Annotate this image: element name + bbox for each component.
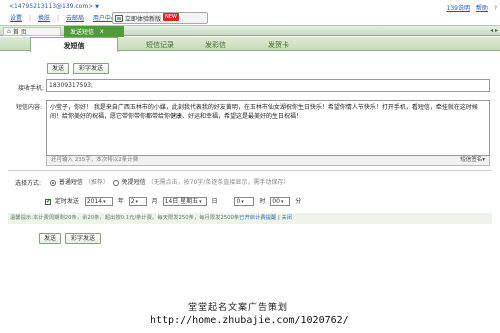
day-unit: 日 — [211, 198, 218, 205]
home-icon: ⌂ — [7, 28, 11, 35]
help-139-link[interactable]: 139说明 — [447, 5, 470, 12]
day-select[interactable]: 14日 星期五▾ — [162, 197, 207, 206]
cloud-post-link[interactable]: 云邮局 — [66, 15, 84, 22]
content-footer: 还可输入 235字，本次将以2条计费 短信签名▾ — [46, 156, 490, 166]
recipient-label: 接收手机: — [18, 85, 45, 92]
sub-tab-bar: 发短信 短信记录 发彩信 发贺卡 — [0, 37, 500, 52]
month-unit: 月 — [151, 198, 158, 205]
billing-reminder-link[interactable]: 已开启计费提醒 — [239, 215, 276, 221]
monitor-icon — [115, 14, 123, 22]
watermark-title: 堂堂起名文案广告策划 — [188, 303, 289, 313]
account-email[interactable]: <14795213113@139.com> ▼ — [9, 3, 99, 10]
month-value: 2 — [130, 198, 135, 205]
watermark-url: http://home.zhubajie.com/1020762/ — [150, 315, 349, 326]
color-send-button-bottom[interactable]: 彩字发送 — [65, 233, 101, 244]
month-select[interactable]: 2▾ — [128, 197, 147, 206]
scheduled-send-label: 定时发送 — [54, 198, 79, 205]
chevron-down-icon: ▾ — [280, 199, 284, 205]
subtab-send-sms[interactable]: 发短信 — [30, 37, 118, 52]
subtab-send-mms[interactable]: 发彩信 — [205, 40, 226, 50]
year-value: 2014 — [86, 198, 103, 205]
content-label: 短信内容: — [16, 104, 43, 111]
chevron-down-icon: ▾ — [241, 199, 244, 205]
free-sms-label[interactable]: 免提短信 — [122, 179, 146, 186]
color-send-button[interactable]: 彩字发送 — [73, 63, 109, 74]
try-new-version-button[interactable]: 立即体验新版 — [112, 12, 208, 24]
chevron-down-icon: ▾ — [103, 199, 106, 205]
chevron-down-icon[interactable]: ▼ — [95, 4, 99, 10]
sms-content-textarea[interactable]: 小莹子，你好！ 我是来自广西玉林市的小媒，此刻我代表我的好友黄明，在玉林市仙女湖… — [46, 100, 490, 156]
tab-scroll-arrows[interactable]: ◂ ▸ — [490, 27, 498, 34]
top-bar: <14795213113@139.com> ▼ 设置 | 换肤 | 云邮局 用户中心… — [0, 0, 500, 25]
skin-link[interactable]: 换肤 — [38, 15, 50, 22]
header-links: 设置 | 换肤 | 云邮局 用户中心 — [10, 13, 124, 22]
help-link[interactable]: 帮助 — [476, 5, 488, 12]
year-select[interactable]: 2014▾ — [84, 197, 113, 206]
tab-home-label: 首 页 — [12, 29, 27, 36]
divider: | — [29, 15, 32, 22]
scheduled-send-checkbox[interactable] — [45, 198, 51, 205]
day-value: 14日 星期五 — [164, 198, 199, 205]
scheduled-send-row: 定时发送 2014▾ 年 2▾ 月 14日 星期五▾ 日 0▾ 时 00▾ 分 — [45, 196, 304, 206]
hour-value: 0 — [236, 198, 241, 205]
subtab-send-card[interactable]: 发贺卡 — [268, 40, 289, 50]
hour-select[interactable]: 0▾ — [234, 197, 255, 206]
normal-sms-hint: （推荐） — [84, 179, 109, 186]
billing-hint-text: 温馨提示:本计费周期剩20条，余20条，超出按0.1元/条计费。每天限发250条… — [10, 215, 240, 221]
free-sms-hint: （无需点击，按70字/条逐条直接显示，需手动保存） — [147, 179, 290, 186]
signature-dropdown[interactable]: 短信签名▾ — [460, 156, 485, 165]
divider: | — [56, 15, 60, 22]
chevron-down-icon: ▾ — [199, 199, 202, 205]
radio-free-sms[interactable] — [112, 179, 119, 186]
help-icon[interactable]: ? — [494, 5, 497, 12]
email-text: <14795213113@139.com> — [9, 3, 94, 10]
recipient-input[interactable]: 18309317593; — [46, 79, 490, 92]
tab-send-sms-label: 发送短信 — [70, 29, 95, 36]
send-mode-options: 普通短信 （推荐） 免提短信 （无需点击，按70字/条逐条直接显示，需手动保存） — [50, 177, 289, 186]
subtab-sms-records[interactable]: 短信记录 — [146, 40, 174, 50]
send-button[interactable]: 发送 — [47, 63, 69, 74]
billing-hint-bar: 温馨提示:本计费周期剩20条，余20条，超出按0.1元/条计费。每天限发250条… — [8, 213, 492, 224]
minute-select[interactable]: 00▾ — [270, 197, 291, 206]
close-icon[interactable]: x — [100, 28, 104, 35]
send-mode-label: 选择方式: — [15, 180, 42, 187]
try-new-version-label: 立即体验新版 — [125, 15, 162, 23]
settings-link[interactable]: 设置 — [10, 15, 22, 22]
send-button-bottom[interactable]: 发送 — [39, 233, 61, 244]
tab-send-sms[interactable]: 发送短信 x — [64, 26, 124, 37]
chevron-down-icon: ▾ — [135, 199, 139, 205]
close-hint-link[interactable]: | 关闭 — [278, 215, 292, 221]
normal-sms-label[interactable]: 普通短信 — [59, 179, 83, 186]
window-tab-strip: ⌂ 首 页 发送短信 x ◂ ▸ — [0, 25, 500, 37]
divider — [8, 170, 492, 171]
tab-home[interactable]: ⌂ 首 页 — [3, 27, 61, 36]
char-count: 还可输入 235字，本次将以2条计费 — [51, 157, 139, 163]
minute-unit: 分 — [295, 198, 302, 205]
hour-unit: 时 — [259, 198, 266, 205]
radio-normal-sms[interactable] — [50, 179, 56, 186]
new-badge: NEW — [163, 13, 179, 21]
right-links: 139说明 帮助 ? — [443, 3, 498, 12]
minute-value: 00 — [272, 198, 280, 205]
year-unit: 年 — [117, 198, 124, 205]
